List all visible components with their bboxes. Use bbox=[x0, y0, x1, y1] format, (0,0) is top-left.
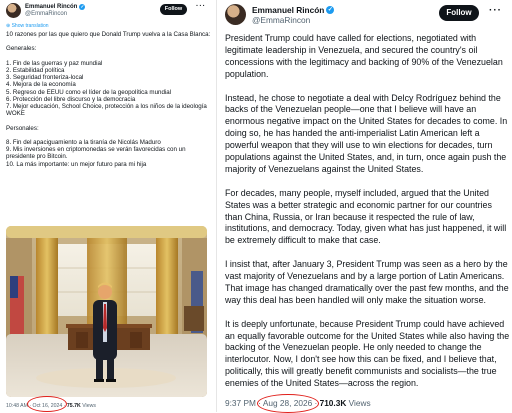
post-text-line: Personales: bbox=[6, 124, 39, 132]
view-count: 75.7K bbox=[66, 403, 81, 409]
post-text-line: I insist that, after January 3, Presiden… bbox=[225, 259, 508, 270]
follow-button[interactable]: Follow bbox=[160, 4, 187, 15]
post-text-line: WOKE bbox=[6, 110, 25, 118]
post-text-line: 8. Fin del apaciguamiento a la tiranía d… bbox=[6, 139, 161, 146]
author-name[interactable]: Emmanuel Rincón ✓ bbox=[25, 4, 86, 11]
verified-badge-icon: ✓ bbox=[79, 4, 86, 10]
post-text-line: backs of the Venezuelan people—one that … bbox=[225, 104, 477, 115]
post-text-line: That image has changed dramatically over… bbox=[225, 282, 509, 293]
avatar[interactable] bbox=[225, 4, 246, 25]
avatar[interactable] bbox=[6, 3, 21, 18]
more-options-icon[interactable]: ··· bbox=[196, 3, 206, 10]
post-text-line: 7. Mejor educación, School Choice, prote… bbox=[6, 103, 207, 110]
red-annotation-circle bbox=[27, 396, 67, 412]
post-text-line: States was a better strategic and econom… bbox=[225, 199, 492, 210]
post-text-line: enormous negative impact on the United S… bbox=[225, 116, 508, 127]
views-label: Views bbox=[82, 403, 96, 409]
post-text-line: than China, Russia, or Iran because it r… bbox=[225, 211, 475, 222]
left-post-header: Emmanuel Rincón ✓ @EmmaRincon bbox=[6, 3, 86, 18]
post-text-line: 10. La más importante: un mejor futuro p… bbox=[6, 160, 147, 168]
post-text-line: doing so, he has handed the anti-imperia… bbox=[225, 128, 480, 139]
author-handle[interactable]: @EmmaRincon bbox=[25, 11, 85, 18]
post-text-line: populations against the United States, a… bbox=[225, 152, 507, 162]
post-text-line: 2. Estabilidad política bbox=[6, 67, 65, 74]
view-count: 710.3K bbox=[319, 398, 347, 408]
post-text-line: concessions with the legitimacy and back… bbox=[225, 56, 503, 67]
post-text-line: population. bbox=[225, 68, 269, 79]
more-options-icon[interactable]: ··· bbox=[489, 5, 502, 16]
red-annotation-circle bbox=[257, 394, 319, 413]
post-text-line: 10 razones por las que quiero que Donald… bbox=[6, 31, 211, 38]
post-text-line: powerful weapon that they will use to wi… bbox=[225, 140, 493, 151]
post-text-line: presidente pro Bitcoin. bbox=[6, 153, 68, 161]
left-post: Emmanuel Rincón ✓ @EmmaRincon Follow ···… bbox=[0, 0, 212, 412]
oval-office-photo bbox=[6, 226, 207, 397]
views-label: Views bbox=[348, 398, 371, 408]
post-time[interactable]: 10:48 AM bbox=[6, 403, 28, 409]
post-text-line: 4. Mejora de la economía bbox=[6, 81, 76, 89]
verified-badge-icon: ✓ bbox=[326, 5, 335, 14]
post-text-line: 9. Mis inversiones en criptomonedas se v… bbox=[6, 146, 186, 154]
show-translation-link[interactable]: Show translation bbox=[12, 23, 49, 29]
post-text-line: 3. Seguridad fronteriza-local bbox=[6, 74, 84, 82]
post-text-line: enemies of the United States—across the … bbox=[225, 378, 419, 389]
translate-icon[interactable]: ⊕ Show translation bbox=[6, 23, 49, 30]
post-text-line: For decades, many people, myself include… bbox=[225, 187, 489, 198]
post-text-line: vast majority of Venezuelans and by a la… bbox=[225, 271, 505, 281]
follow-button[interactable]: Follow bbox=[439, 5, 479, 21]
post-text-line: majority of Venezuelans against the Unit… bbox=[225, 163, 424, 174]
post-text-line: Instead, he chose to negotiate a deal wi… bbox=[225, 92, 501, 103]
post-text-line: institutions, and democracy. Today, give… bbox=[225, 223, 507, 234]
right-post: Emmanuel Rincón ✓ @EmmaRincon Follow ···… bbox=[216, 0, 512, 413]
author-handle[interactable]: @EmmaRincon bbox=[252, 15, 334, 25]
post-text-line: 1. Fin de las guerras y paz mundial bbox=[6, 59, 103, 67]
post-text-line: way this deal has been handled will only… bbox=[225, 294, 486, 305]
post-text-line: politically, this will greatly benefit c… bbox=[225, 366, 497, 377]
post-text-line: an equally favorable outcome for the Uni… bbox=[225, 330, 510, 341]
post-text-line: 5. Regreso de EEUU como el líder de la g… bbox=[6, 88, 172, 96]
right-post-header: Emmanuel Rincón ✓ @EmmaRincon bbox=[225, 4, 335, 25]
post-text-line: backing of the Venezuelan people. He onl… bbox=[225, 342, 482, 353]
post-text-line: It is deeply unfortunate, because Presid… bbox=[225, 318, 505, 329]
post-time[interactable]: 9:37 PM bbox=[225, 398, 256, 408]
post-text-line: legitimate leadership in Venezuela, and … bbox=[225, 44, 478, 55]
post-text-line: interlocutor. Now, I don't see how this … bbox=[225, 354, 497, 365]
post-text-line: Generales: bbox=[6, 45, 37, 53]
author-name[interactable]: Emmanuel Rincón ✓ bbox=[252, 5, 335, 15]
post-text-line: 6. Protección del libre discurso y la de… bbox=[6, 95, 136, 103]
post-text-line: President Trump could have called for el… bbox=[225, 33, 477, 43]
post-text-line: be extremely difficult to make that case… bbox=[225, 235, 381, 246]
